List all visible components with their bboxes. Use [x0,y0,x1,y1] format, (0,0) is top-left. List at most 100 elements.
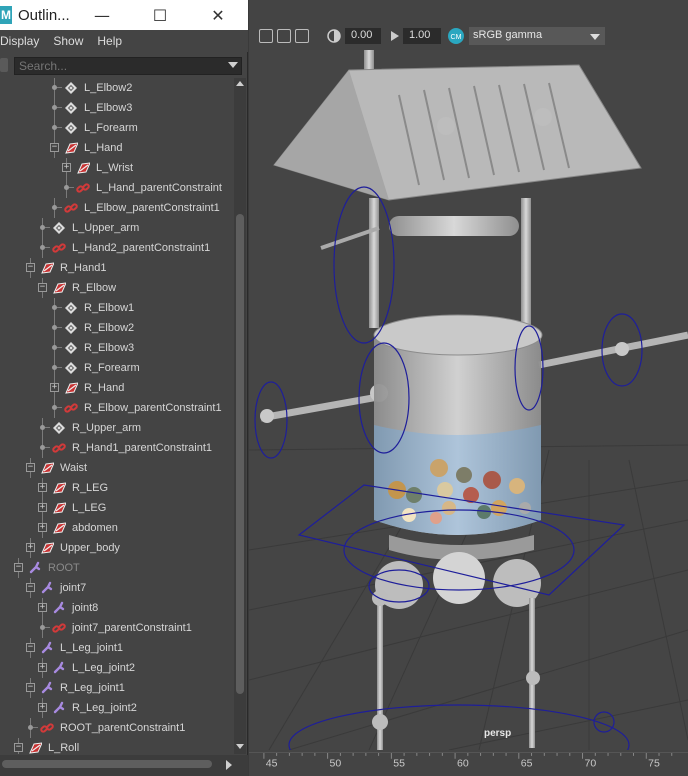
color-management-icon[interactable]: CM [447,27,465,45]
frame-all-icon[interactable] [259,29,273,43]
menu-help[interactable]: Help [97,34,130,48]
outliner-row[interactable]: joint7_parentConstraint1 [0,618,234,638]
expand-icon[interactable]: + [62,163,71,172]
vertical-scrollbar[interactable] [234,78,246,754]
outliner-item-label: R_Forearm [84,362,140,374]
outliner-row[interactable]: − L_Leg_joint1 [0,638,234,658]
frame-selected-icon[interactable] [277,29,291,43]
outliner-row[interactable]: R_Elbow_parentConstraint1 [0,398,234,418]
outliner-row[interactable]: L_Upper_arm [0,218,234,238]
collapse-icon[interactable]: − [50,143,59,152]
scroll-up-arrow-icon[interactable] [234,78,246,90]
expand-icon[interactable]: + [38,503,47,512]
outliner-row[interactable]: + L_Leg_joint2 [0,658,234,678]
outliner-row[interactable]: R_Elbow1 [0,298,234,318]
outliner-row[interactable]: R_Upper_arm [0,418,234,438]
exposure-field[interactable]: 0.00 [345,28,381,44]
scroll-down-arrow-icon[interactable] [234,740,246,752]
collapse-icon[interactable]: − [26,263,35,272]
joint-icon [64,81,78,95]
collapse-icon[interactable]: − [26,583,35,592]
outliner-row[interactable]: − joint7 [0,578,234,598]
outliner-item-label: L_LEG [72,502,107,514]
close-button[interactable]: ✕ [198,0,238,30]
outliner-item-label: L_Forearm [84,122,138,134]
outliner-item-label: L_Hand [84,142,123,154]
viewport-panel[interactable]: 0.00 1.00 CM sRGB gamma persp 45 50 55 6… [249,0,688,776]
collapse-icon[interactable]: − [38,283,47,292]
gamma-icon[interactable] [389,29,401,43]
menu-display[interactable]: Display [0,34,47,48]
outliner-row[interactable]: − ROOT [0,558,234,578]
bone-icon [52,601,66,615]
tree-guide-line [45,227,50,228]
outliner-item-label: R_Upper_arm [72,422,142,434]
outliner-row[interactable]: L_Forearm [0,118,234,138]
collapse-icon[interactable]: − [26,683,35,692]
bone-icon [40,581,54,595]
outliner-row[interactable]: + R_Leg_joint2 [0,698,234,718]
expand-icon[interactable]: + [26,543,35,552]
collapse-icon[interactable]: − [26,463,35,472]
collapse-icon[interactable]: − [14,743,23,752]
expand-icon[interactable]: + [38,603,47,612]
outliner-row[interactable]: − R_Leg_joint1 [0,678,234,698]
search-input[interactable] [14,57,242,75]
outliner-row[interactable]: + R_LEG [0,478,234,498]
collapse-icon[interactable]: − [26,643,35,652]
ruler-tick-label: 60 [457,757,469,769]
outliner-row[interactable]: + abdomen [0,518,234,538]
time-ruler[interactable]: 45 50 55 60 65 70 75 [249,752,688,776]
tree-guide-line [57,347,62,348]
color-space-dropdown[interactable]: sRGB gamma [469,27,605,45]
outliner-row[interactable]: L_Elbow_parentConstraint1 [0,198,234,218]
outliner-row[interactable]: R_Forearm [0,358,234,378]
vertical-scroll-thumb[interactable] [236,214,244,694]
outliner-item-label: L_Upper_arm [72,222,140,234]
maximize-button[interactable]: ☐ [140,0,180,30]
outliner-row[interactable]: R_Elbow2 [0,318,234,338]
expand-icon[interactable]: + [38,523,47,532]
outliner-row[interactable]: L_Hand2_parentConstraint1 [0,238,234,258]
outliner-item-label: R_Leg_joint2 [72,702,137,714]
chevron-down-icon[interactable] [589,32,601,42]
outliner-row[interactable]: ROOT_parentConstraint1 [0,718,234,738]
joint-icon [64,341,78,355]
expand-icon[interactable]: + [38,663,47,672]
outliner-row[interactable]: − L_Roll [0,738,234,754]
search-options-arrow-icon[interactable] [228,62,238,68]
outliner-row[interactable]: − Waist [0,458,234,478]
constraint-icon [76,181,90,195]
expand-icon[interactable]: + [38,703,47,712]
isolate-select-icon[interactable] [295,29,309,43]
outliner-row[interactable]: R_Hand1_parentConstraint1 [0,438,234,458]
outliner-row[interactable]: + joint8 [0,598,234,618]
outliner-row[interactable]: + L_LEG [0,498,234,518]
outliner-row[interactable]: − L_Hand [0,138,234,158]
filter-icon[interactable] [0,58,8,72]
gamma-field[interactable]: 1.00 [403,28,441,44]
outliner-row[interactable]: − R_Hand1 [0,258,234,278]
minimize-button[interactable]: — [82,0,122,30]
horizontal-scrollbar[interactable] [0,755,248,776]
collapse-icon[interactable]: − [14,563,23,572]
outliner-row[interactable]: R_Elbow3 [0,338,234,358]
outliner-item-label: R_Hand [84,382,125,394]
outliner-row[interactable]: L_Elbow2 [0,78,234,98]
outliner-row[interactable]: + R_Hand [0,378,234,398]
horizontal-scroll-thumb[interactable] [2,760,212,768]
menu-show[interactable]: Show [53,34,91,48]
expand-icon[interactable]: + [38,483,47,492]
outliner-row[interactable]: L_Elbow3 [0,98,234,118]
outliner-row[interactable]: − R_Elbow [0,278,234,298]
scroll-right-arrow-icon[interactable] [224,759,234,771]
joint-icon [52,421,66,435]
scene-3d-view[interactable]: persp [249,50,688,750]
outliner-row[interactable]: + L_Wrist [0,158,234,178]
camera-label: persp [484,728,511,739]
outliner-item-label: Upper_body [60,542,120,554]
outliner-row[interactable]: L_Hand_parentConstraint [0,178,234,198]
expand-icon[interactable]: + [50,383,59,392]
outliner-row[interactable]: + Upper_body [0,538,234,558]
exposure-icon[interactable] [327,29,341,43]
